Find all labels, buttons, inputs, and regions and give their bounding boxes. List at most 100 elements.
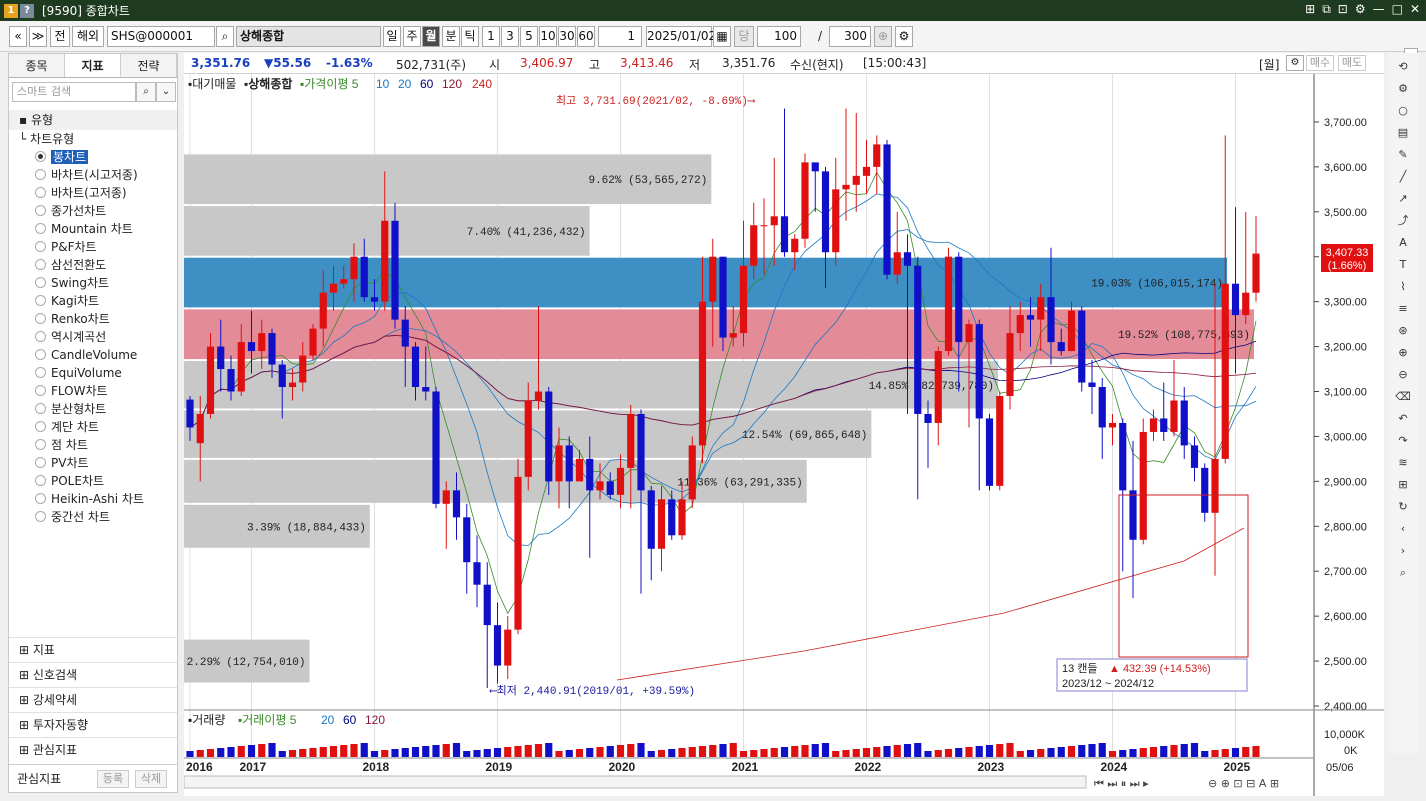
radio-icon[interactable] [35,223,46,234]
link-icon[interactable]: ⧉ [1322,2,1331,17]
nav-menu-button[interactable]: ≫ [29,26,47,47]
chart-type-option[interactable]: Mountain 차트 [9,220,177,238]
period-tick[interactable]: 틱 [461,26,479,47]
search-icon[interactable]: ⌕ [1392,563,1414,583]
radio-icon[interactable] [35,277,46,288]
group-strength[interactable]: ⊞ 강세약세 [9,687,177,712]
group-favorite[interactable]: ⊞ 관심지표 [9,737,177,762]
help-icon[interactable]: ? [20,3,34,18]
radio-icon[interactable] [35,259,46,270]
radio-icon[interactable] [35,511,46,522]
maximize-button[interactable]: □ [1392,2,1403,17]
chart-type-option[interactable]: Heikin-Ashi 차트 [9,490,177,508]
chevron-down-icon[interactable]: ⌄ [156,82,176,102]
close-button[interactable]: ✕ [1410,2,1420,17]
chart-type-option[interactable]: Kagi차트 [9,292,177,310]
line-icon[interactable]: ╱ [1392,167,1414,187]
chart-svg[interactable]: 2.29% (12,754,010)3.39% (18,884,433)11.3… [183,74,1384,796]
zoomin-icon[interactable]: ⊕ [1392,343,1414,363]
refresh-icon[interactable]: ⟲ [1392,57,1414,77]
radio-icon[interactable] [35,241,46,252]
pattern-icon[interactable]: ⌇ [1392,277,1414,297]
chart-type-option[interactable]: 봉차트 [9,148,177,166]
radio-icon[interactable] [35,205,46,216]
overseas-button[interactable]: 해외 [72,26,104,47]
interval-1[interactable]: 1 [482,26,500,47]
symbol-name-field[interactable]: 상해종합 [236,26,381,47]
back-icon[interactable]: ‹ [1392,519,1414,539]
tab-symbol[interactable]: 종목 [9,54,65,77]
chart-type-option[interactable]: Swing차트 [9,274,177,292]
chart-type-option[interactable]: 역시계곡선 [9,328,177,346]
date-input[interactable]: 2025/01/02 [646,26,716,47]
chart-type-option[interactable]: P&F차트 [9,238,177,256]
chart-type-option[interactable]: CandleVolume [9,346,177,364]
radio-icon[interactable] [35,493,46,504]
chart-type-option[interactable]: Renko차트 [9,310,177,328]
chart-type-option[interactable]: 종가선차트 [9,202,177,220]
fib-icon[interactable]: ≡ [1392,299,1414,319]
register-button[interactable]: 등록 [97,770,129,788]
all-button[interactable]: 전 [50,26,70,47]
trend-icon[interactable]: ⤴ [1392,211,1414,231]
radio-icon[interactable] [35,457,46,468]
zoom-icon[interactable]: ⊕ [874,26,892,47]
cycle-icon[interactable]: ↻ [1392,497,1414,517]
interval-input[interactable]: 1 [598,26,642,47]
delete-button[interactable]: 삭제 [135,770,167,788]
chart-type-option[interactable]: 계단 차트 [9,418,177,436]
interval-10[interactable]: 10 [539,26,557,47]
chart-area[interactable]: 2.29% (12,754,010) 3.39% (18,884,433) 11.3… [183,74,1384,796]
group-indicator[interactable]: ⊞ 지표 [9,637,177,662]
interval-60[interactable]: 60 [577,26,595,47]
smart-search-input[interactable]: 스마트 검색 [12,82,136,102]
chart-type-option[interactable]: PV차트 [9,454,177,472]
chart-type-option[interactable]: POLE차트 [9,472,177,490]
radio-icon[interactable] [35,349,46,360]
period-month[interactable]: 월 [422,26,440,47]
interval-5[interactable]: 5 [520,26,538,47]
symbol-code-select[interactable]: SHS@000001 [107,26,215,47]
search-icon[interactable]: ⌕ [136,82,156,102]
group-investor[interactable]: ⊞ 투자자동향 [9,712,177,737]
radio-icon[interactable] [35,367,46,378]
fwd-icon[interactable]: › [1392,541,1414,561]
calendar-icon[interactable]: ▦ [713,26,731,47]
chart-type-option[interactable]: 점 차트 [9,436,177,454]
radio-icon[interactable] [35,385,46,396]
chart-type-option[interactable]: 바차트(시고저종) [9,166,177,184]
section-type[interactable]: ▪ 유형 [9,110,177,130]
chart-type-option[interactable]: EquiVolume [9,364,177,382]
chart-type-option[interactable]: FLOW차트 [9,382,177,400]
period-minute[interactable]: 분 [442,26,460,47]
zoomout-icon[interactable]: ⊖ [1392,365,1414,385]
gann-icon[interactable]: ≋ [1392,453,1414,473]
chart-type-option[interactable]: 바차트(고저종) [9,184,177,202]
interval-30[interactable]: 30 [558,26,576,47]
count-input[interactable]: 100 [757,26,801,47]
radio-icon[interactable] [35,151,46,162]
radio-icon[interactable] [35,403,46,414]
radio-icon[interactable] [35,187,46,198]
radio-icon[interactable] [35,439,46,450]
chart-icon[interactable]: ▤ [1392,123,1414,143]
buy-button[interactable]: 매수 [1306,55,1334,71]
arrow-icon[interactable]: ↗ [1392,189,1414,209]
subsection-chart-type[interactable]: └ 차트유형 [9,130,177,148]
radio-icon[interactable] [35,475,46,486]
gear-icon[interactable]: ⚙ [1392,79,1414,99]
chart-settings-icon[interactable]: ⚙ [1286,55,1304,71]
redo-icon[interactable]: ↷ [1392,431,1414,451]
radio-icon[interactable] [35,313,46,324]
period-day[interactable]: 일 [383,26,401,47]
radio-icon[interactable] [35,295,46,306]
nav-prev-button[interactable]: « [9,26,27,47]
settings-icon[interactable]: ⚙ [1355,2,1366,17]
chart-type-option[interactable]: 중간선 차트 [9,508,177,526]
today-button[interactable]: 당 [734,26,754,47]
pencil-icon[interactable]: ✎ [1392,145,1414,165]
magnet-icon[interactable]: ⊛ [1392,321,1414,341]
circle-icon[interactable]: ○ [1392,101,1414,121]
tab-indicator[interactable]: 지표 [65,54,121,77]
tab-strategy[interactable]: 전략 [121,54,177,77]
